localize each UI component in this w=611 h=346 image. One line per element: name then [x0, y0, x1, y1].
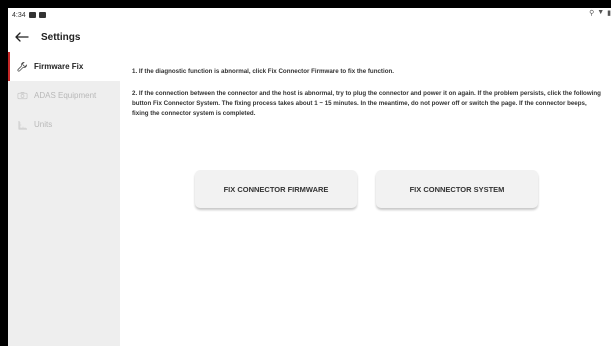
fix-connector-firmware-button[interactable]: FIX CONNECTOR FIRMWARE [195, 170, 357, 208]
back-arrow-icon [15, 32, 29, 42]
instruction-text-1: 1. If the diagnostic function is abnorma… [132, 68, 394, 75]
wrench-icon [16, 60, 29, 73]
sidebar-item-label: ADAS Equipment [34, 91, 97, 100]
system-icons: ⚲ ▼ ▮ [589, 9, 611, 17]
page-title: Settings [41, 31, 81, 43]
app-bar: Settings [8, 22, 611, 52]
sidebar-item-label: Firmware Fix [34, 62, 84, 71]
active-indicator [8, 52, 10, 81]
sidebar-item-adas-equipment[interactable]: ADAS Equipment [8, 81, 120, 110]
sidebar-item-units[interactable]: Units [8, 110, 120, 139]
notification-icon [28, 12, 36, 18]
location-icon: ⚲ [589, 10, 595, 17]
instruction-text-2: 2. If the connection between the connect… [132, 90, 601, 117]
sidebar: Firmware Fix ADAS Equipment Units [8, 52, 120, 346]
fix-connector-system-button[interactable]: FIX CONNECTOR SYSTEM [376, 170, 538, 208]
notification-icon [38, 12, 46, 18]
camera-icon [16, 89, 29, 102]
sidebar-item-firmware-fix[interactable]: Firmware Fix [8, 52, 120, 81]
status-time: 4:34 [12, 11, 26, 19]
wifi-icon: ▼ [597, 9, 605, 16]
main-content: 1. If the diagnostic function is abnorma… [120, 52, 611, 346]
back-button[interactable] [11, 26, 33, 48]
sidebar-item-label: Units [34, 120, 53, 129]
ruler-icon [16, 118, 29, 131]
battery-icon: ▮ [607, 10, 611, 17]
status-bar: 4:34 ⚲ ▼ ▮ [8, 8, 611, 22]
app-window: 4:34 ⚲ ▼ ▮ Settings Firmware Fix ADAS Eq… [8, 8, 611, 346]
